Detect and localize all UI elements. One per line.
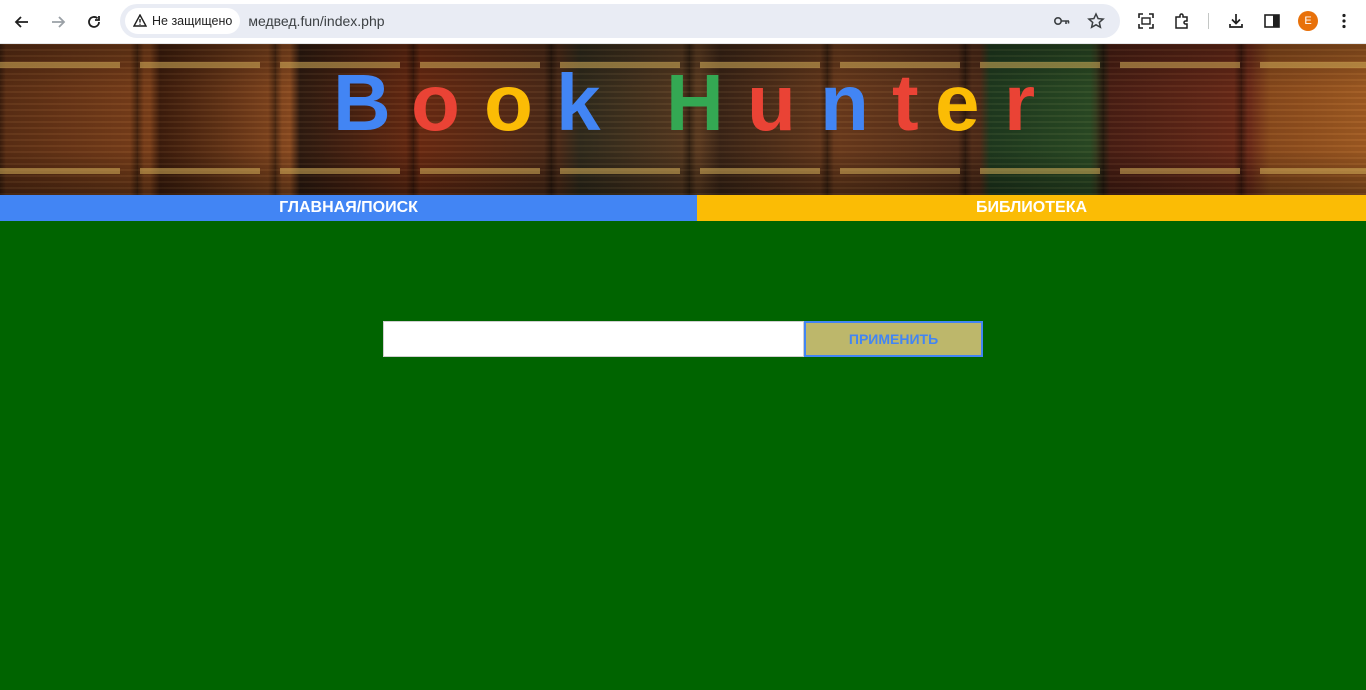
title-letter: t [892, 58, 919, 147]
security-chip[interactable]: Не защищено [125, 8, 241, 34]
toolbar-separator [1208, 13, 1209, 29]
screenshot-icon[interactable] [1135, 10, 1157, 32]
nav-library[interactable]: БИБЛИОТЕКА [697, 195, 1366, 221]
sidepanel-icon[interactable] [1261, 10, 1283, 32]
site-title: B o o k H u n t e r [0, 58, 1366, 148]
forward-icon[interactable] [44, 8, 72, 36]
browser-toolbar: Не защищено медвед.fun/index.php E [0, 0, 1366, 44]
reload-icon[interactable] [80, 8, 108, 36]
extensions-icon[interactable] [1171, 10, 1193, 32]
menu-icon[interactable] [1333, 10, 1355, 32]
main-nav: ГЛАВНАЯ/ПОИСК БИБЛИОТЕКА [0, 195, 1366, 221]
profile-avatar[interactable]: E [1298, 11, 1318, 31]
header-banner: B o o k H u n t e r [0, 44, 1366, 195]
security-label: Не защищено [152, 14, 233, 28]
title-letter: o [411, 58, 460, 147]
url-text[interactable]: медвед.fun/index.php [248, 13, 384, 29]
title-letter: e [935, 58, 980, 147]
back-icon[interactable] [8, 8, 36, 36]
key-icon[interactable] [1052, 11, 1072, 31]
title-letter: r [1004, 58, 1036, 147]
search-input[interactable] [383, 321, 804, 357]
address-bar[interactable]: Не защищено медвед.fun/index.php [120, 4, 1120, 38]
title-letter: H [666, 58, 724, 147]
title-letter: k [556, 58, 601, 147]
title-letter: o [484, 58, 533, 147]
title-letter: u [747, 58, 796, 147]
title-letter: n [820, 58, 869, 147]
apply-button[interactable]: ПРИМЕНИТЬ [804, 321, 983, 357]
nav-home-search[interactable]: ГЛАВНАЯ/ПОИСК [0, 195, 697, 221]
title-letter: B [333, 58, 391, 147]
banner-decoration [0, 168, 1366, 174]
warning-icon [133, 14, 147, 28]
download-icon[interactable] [1225, 10, 1247, 32]
star-icon[interactable] [1086, 11, 1106, 31]
